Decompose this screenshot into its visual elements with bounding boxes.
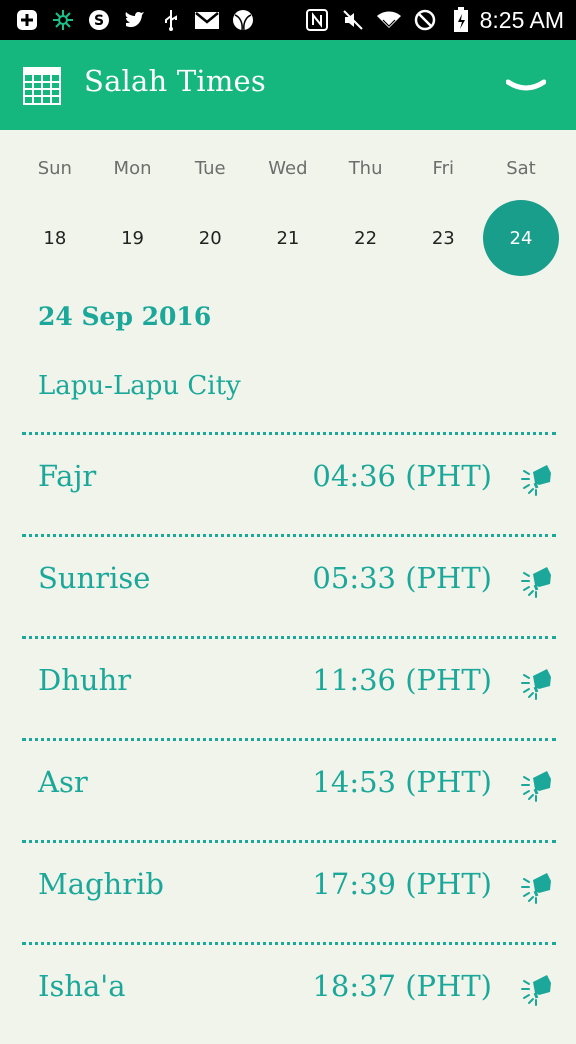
alarm-megaphone-icon[interactable] (520, 563, 556, 599)
gmail-icon (194, 7, 220, 33)
alarm-megaphone-icon[interactable] (520, 767, 556, 803)
alarm-megaphone-icon[interactable] (520, 971, 556, 1007)
prayer-time: 05:33 (PHT) (312, 561, 492, 595)
date-button[interactable]: 21 (250, 200, 326, 276)
prayer-row: Dhuhr 11:36 (PHT) (22, 636, 556, 738)
alarm-megaphone-icon[interactable] (520, 869, 556, 905)
calendar-grid-icon[interactable] (22, 66, 62, 106)
prayer-row: Isha'a 18:37 (PHT) (22, 942, 556, 1044)
city-label[interactable]: Lapu-Lapu City (38, 371, 241, 401)
day-label: Mon (113, 158, 152, 179)
date-button[interactable]: 23 (405, 200, 481, 276)
date-row: 18 19 20 21 22 23 24 (16, 198, 560, 278)
prayer-name: Dhuhr (38, 663, 132, 697)
alarm-megaphone-icon[interactable] (520, 461, 556, 497)
add-icon (14, 7, 40, 33)
nfc-icon (304, 7, 330, 33)
notification-icons: S (14, 7, 474, 33)
prayer-name: Fajr (38, 459, 97, 493)
ball-icon (230, 7, 256, 33)
prayer-row: Sunrise 05:33 (PHT) (22, 534, 556, 636)
prayer-name: Isha'a (38, 969, 126, 1003)
wifi-icon (376, 7, 402, 33)
day-of-week-row: Sun Mon Tue Wed Thu Fri Sat (16, 130, 560, 198)
battery-icon (448, 7, 474, 33)
date-button-selected[interactable]: 24 (482, 200, 559, 276)
prayer-times-list: Fajr 04:36 (PHT) Sunrise 05:33 (PHT) Dhu… (22, 432, 556, 1044)
day-label: Thu (348, 158, 383, 179)
app-title: Salah Times (84, 64, 266, 98)
selected-date-label: 24 Sep 2016 (38, 302, 212, 331)
day-label: Sun (37, 158, 72, 179)
day-label: Fri (432, 158, 454, 179)
chevron-down-icon[interactable] (506, 76, 546, 96)
day-label: Wed (268, 158, 308, 179)
prayer-time: 11:36 (PHT) (312, 663, 492, 697)
alarm-megaphone-icon[interactable] (520, 665, 556, 701)
date-button[interactable]: 22 (328, 200, 404, 276)
app-icon (50, 7, 76, 33)
prayer-time: 04:36 (PHT) (312, 459, 492, 493)
date-button[interactable]: 20 (172, 200, 248, 276)
svg-text:S: S (94, 13, 104, 29)
date-button[interactable]: 19 (95, 200, 171, 276)
twitter-icon (122, 7, 148, 33)
skype-icon: S (86, 7, 112, 33)
prayer-row: Fajr 04:36 (PHT) (22, 432, 556, 534)
prayer-time: 18:37 (PHT) (312, 969, 492, 1003)
prayer-name: Maghrib (38, 867, 164, 901)
day-label: Sat (506, 158, 536, 179)
prayer-name: Asr (38, 765, 88, 799)
mute-icon (340, 7, 366, 33)
status-time: 8:25 AM (479, 6, 564, 33)
prayer-name: Sunrise (38, 561, 151, 595)
prayer-time: 14:53 (PHT) (312, 765, 492, 799)
prayer-time: 17:39 (PHT) (312, 867, 492, 901)
usb-icon (158, 7, 184, 33)
day-label: Tue (194, 158, 226, 179)
week-strip: Sun Mon Tue Wed Thu Fri Sat 18 19 20 21 … (16, 130, 560, 278)
status-bar: S 8:25 AM (0, 0, 576, 40)
blocked-icon (412, 7, 438, 33)
app-bar: Salah Times (0, 40, 576, 130)
date-button[interactable]: 18 (17, 200, 93, 276)
prayer-row: Maghrib 17:39 (PHT) (22, 840, 556, 942)
prayer-row: Asr 14:53 (PHT) (22, 738, 556, 840)
